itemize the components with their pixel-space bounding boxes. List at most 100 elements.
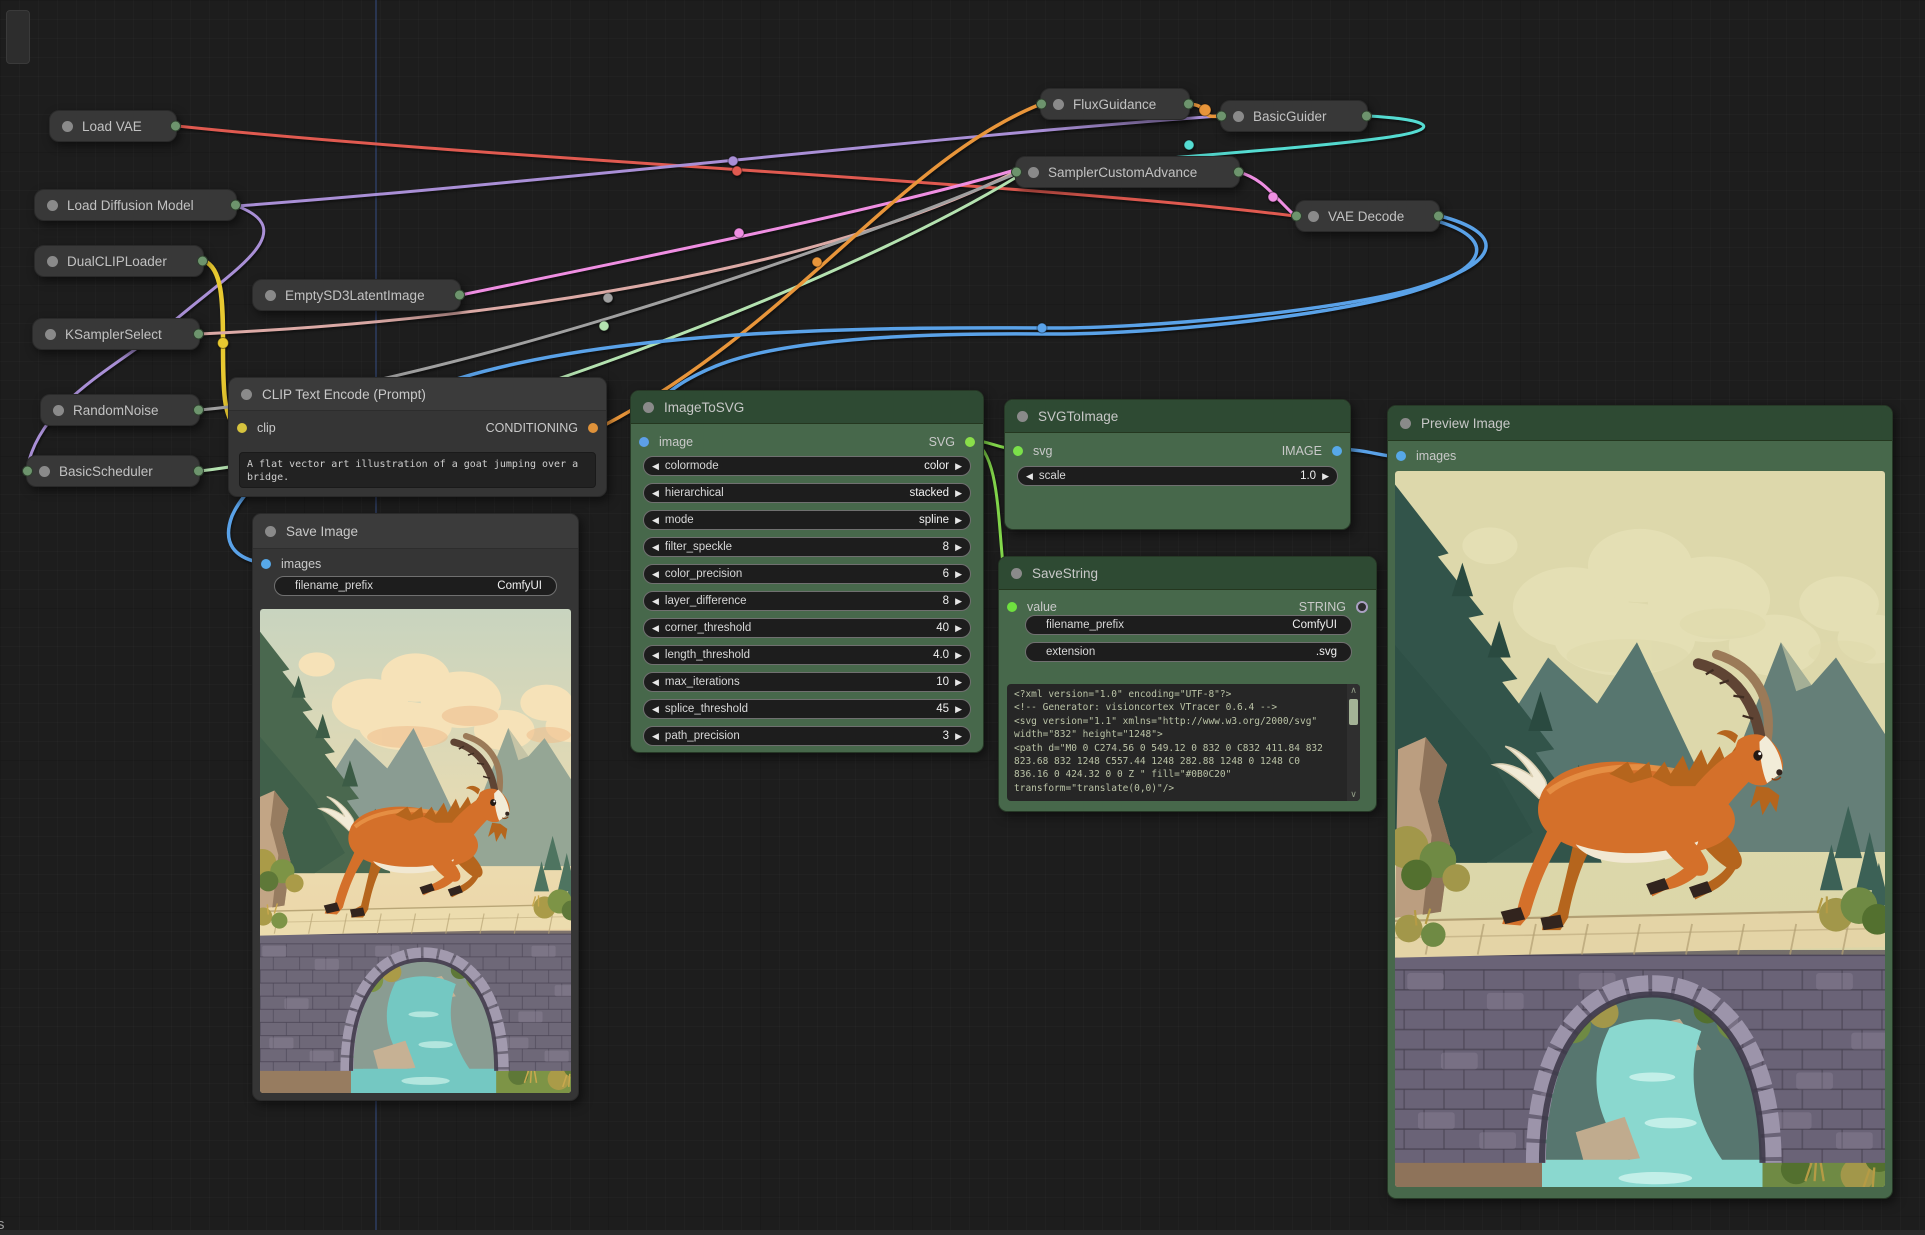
collapse-dot-icon[interactable] xyxy=(1233,111,1244,122)
widget-filter_speckle[interactable]: ◀filter_speckle8▶ xyxy=(643,537,971,557)
node-dual-clip-loader[interactable]: DualCLIPLoader xyxy=(34,245,204,277)
svg-input-port[interactable] xyxy=(1013,446,1023,456)
widget-value[interactable]: 6 xyxy=(943,568,949,580)
widget-value[interactable]: 1.0 xyxy=(1300,470,1316,482)
increment-arrow-icon[interactable]: ▶ xyxy=(955,651,962,660)
string-output-port[interactable] xyxy=(1356,601,1368,613)
node-ksampler-select[interactable]: KSamplerSelect xyxy=(32,318,200,350)
node-empty-sd3-latent-image[interactable]: EmptySD3LatentImage xyxy=(252,279,461,311)
scroll-down-icon[interactable]: ∨ xyxy=(1350,788,1357,801)
node-save-image[interactable]: Save Image images filename_prefixComfyUI xyxy=(252,513,579,1101)
collapse-dot-icon[interactable] xyxy=(1053,99,1064,110)
widget-scale[interactable]: ◀scale1.0▶ xyxy=(1017,466,1338,486)
widget-colormode[interactable]: ◀colormodecolor▶ xyxy=(643,456,971,476)
collapse-dot-icon[interactable] xyxy=(45,329,56,340)
decrement-arrow-icon[interactable]: ◀ xyxy=(652,651,659,660)
node-flux-guidance[interactable]: FluxGuidance xyxy=(1040,88,1190,120)
increment-arrow-icon[interactable]: ▶ xyxy=(955,705,962,714)
widget-value[interactable]: 4.0 xyxy=(933,649,949,661)
widget-value[interactable]: ComfyUI xyxy=(497,580,542,592)
decrement-arrow-icon[interactable]: ◀ xyxy=(652,678,659,687)
node-random-noise[interactable]: RandomNoise xyxy=(40,394,200,426)
widget-color_precision[interactable]: ◀color_precision6▶ xyxy=(643,564,971,584)
output-port[interactable] xyxy=(1361,111,1372,122)
output-port[interactable] xyxy=(1433,211,1444,222)
collapse-dot-icon[interactable] xyxy=(1400,418,1411,429)
images-input-port[interactable] xyxy=(1396,451,1406,461)
output-port[interactable] xyxy=(1233,167,1244,178)
clip-input-port[interactable] xyxy=(237,423,247,433)
decrement-arrow-icon[interactable]: ◀ xyxy=(652,597,659,606)
node-load-diffusion-model[interactable]: Load Diffusion Model xyxy=(34,189,237,221)
node-clip-text-encode[interactable]: CLIP Text Encode (Prompt) clip CONDITION… xyxy=(228,377,607,497)
conditioning-output-port[interactable] xyxy=(588,423,598,433)
input-port[interactable] xyxy=(1216,111,1227,122)
increment-arrow-icon[interactable]: ▶ xyxy=(955,543,962,552)
decrement-arrow-icon[interactable]: ◀ xyxy=(652,489,659,498)
input-port[interactable] xyxy=(1011,167,1022,178)
collapse-dot-icon[interactable] xyxy=(643,402,654,413)
svg-string-preview[interactable]: <?xml version="1.0" encoding="UTF-8"?> <… xyxy=(1007,684,1360,801)
collapse-dot-icon[interactable] xyxy=(53,405,64,416)
decrement-arrow-icon[interactable]: ◀ xyxy=(1026,472,1033,481)
widget-length_threshold[interactable]: ◀length_threshold4.0▶ xyxy=(643,645,971,665)
output-port[interactable] xyxy=(193,466,204,477)
widget-path_precision[interactable]: ◀path_precision3▶ xyxy=(643,726,971,746)
image-input-port[interactable] xyxy=(639,437,649,447)
collapse-dot-icon[interactable] xyxy=(1028,167,1039,178)
widget-value[interactable]: 3 xyxy=(943,730,949,742)
widget-splice_threshold[interactable]: ◀splice_threshold45▶ xyxy=(643,699,971,719)
node-basic-guider[interactable]: BasicGuider xyxy=(1220,100,1368,132)
widget-value[interactable]: 10 xyxy=(936,676,949,688)
widget-layer_difference[interactable]: ◀layer_difference8▶ xyxy=(643,591,971,611)
increment-arrow-icon[interactable]: ▶ xyxy=(955,570,962,579)
collapse-dot-icon[interactable] xyxy=(265,526,276,537)
collapse-dot-icon[interactable] xyxy=(39,466,50,477)
output-port[interactable] xyxy=(1183,99,1194,110)
increment-arrow-icon[interactable]: ▶ xyxy=(955,462,962,471)
output-port[interactable] xyxy=(170,121,181,132)
collapse-dot-icon[interactable] xyxy=(241,389,252,400)
widget-value[interactable]: 8 xyxy=(943,595,949,607)
comfyui-canvas[interactable]: { "canvas": { "bottom_left_text": "s" },… xyxy=(0,0,1925,1235)
output-port[interactable] xyxy=(230,200,241,211)
decrement-arrow-icon[interactable]: ◀ xyxy=(652,732,659,741)
image-output-port[interactable] xyxy=(1332,446,1342,456)
output-port[interactable] xyxy=(193,405,204,416)
decrement-arrow-icon[interactable]: ◀ xyxy=(652,543,659,552)
value-input-port[interactable] xyxy=(1007,602,1017,612)
node-vae-decode[interactable]: VAE Decode xyxy=(1295,200,1440,232)
widget-value[interactable]: .svg xyxy=(1316,646,1337,658)
widget-filename_prefix[interactable]: filename_prefixComfyUI xyxy=(1025,615,1352,635)
scroll-up-icon[interactable]: ∧ xyxy=(1350,684,1357,697)
collapse-dot-icon[interactable] xyxy=(62,121,73,132)
node-image-to-svg[interactable]: ImageToSVG image SVG ◀colormodecolor▶◀hi… xyxy=(630,390,984,753)
widget-value[interactable]: color xyxy=(924,460,949,472)
increment-arrow-icon[interactable]: ▶ xyxy=(955,732,962,741)
prompt-textarea[interactable]: A flat vector art illustration of a goat… xyxy=(239,452,596,488)
decrement-arrow-icon[interactable]: ◀ xyxy=(652,516,659,525)
input-port[interactable] xyxy=(1036,99,1047,110)
node-basic-scheduler[interactable]: BasicScheduler xyxy=(26,455,200,487)
input-port[interactable] xyxy=(22,466,33,477)
collapse-dot-icon[interactable] xyxy=(1017,411,1028,422)
decrement-arrow-icon[interactable]: ◀ xyxy=(652,624,659,633)
increment-arrow-icon[interactable]: ▶ xyxy=(955,678,962,687)
node-preview-image[interactable]: Preview Image images xyxy=(1387,405,1893,1199)
output-port[interactable] xyxy=(193,329,204,340)
increment-arrow-icon[interactable]: ▶ xyxy=(955,624,962,633)
collapse-dot-icon[interactable] xyxy=(1308,211,1319,222)
widget-corner_threshold[interactable]: ◀corner_threshold40▶ xyxy=(643,618,971,638)
scrollbar-thumb[interactable] xyxy=(1349,699,1358,725)
output-port[interactable] xyxy=(197,256,208,267)
widget-value[interactable]: stacked xyxy=(909,487,949,499)
images-input-port[interactable] xyxy=(261,559,271,569)
widget-hierarchical[interactable]: ◀hierarchicalstacked▶ xyxy=(643,483,971,503)
collapse-dot-icon[interactable] xyxy=(47,200,58,211)
scrollbar[interactable]: ∧ ∨ xyxy=(1347,684,1360,801)
increment-arrow-icon[interactable]: ▶ xyxy=(1322,472,1329,481)
output-port[interactable] xyxy=(454,290,465,301)
decrement-arrow-icon[interactable]: ◀ xyxy=(652,705,659,714)
widget-value[interactable]: ComfyUI xyxy=(1292,619,1337,631)
node-sampler-custom-advance[interactable]: SamplerCustomAdvance xyxy=(1015,156,1240,188)
